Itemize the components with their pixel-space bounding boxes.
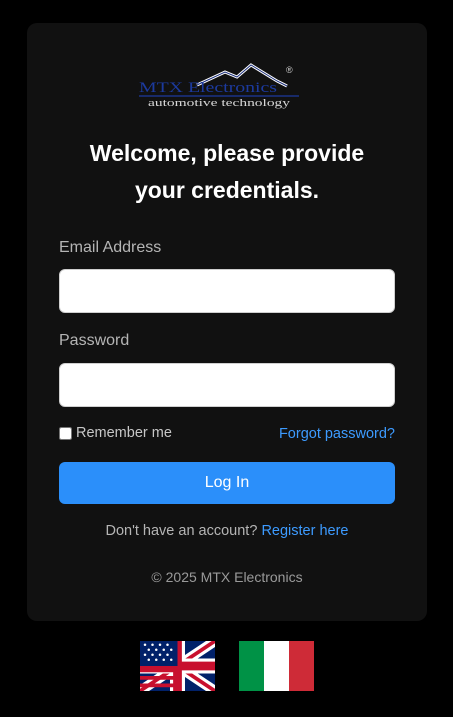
brand-logo: MTX Electronics automotive technology ®: [139, 63, 299, 111]
password-label: Password: [59, 332, 130, 349]
language-italian[interactable]: [239, 641, 314, 691]
registered-mark: ®: [286, 65, 293, 75]
uk-flag-icon: [137, 636, 218, 696]
login-button[interactable]: Log In: [59, 462, 395, 504]
copyright: © 2025 MTX Electronics: [151, 569, 303, 585]
remember-me-label: Remember me: [76, 425, 172, 441]
welcome-line-2: your credentials.: [134, 177, 320, 203]
logo-tagline: automotive technology: [148, 98, 291, 109]
remember-me[interactable]: Remember me: [59, 425, 172, 441]
email-label: Email Address: [59, 239, 162, 256]
forgot-password-link[interactable]: Forgot password?: [279, 426, 395, 442]
welcome-heading: Welcome, please provide your credentials…: [47, 135, 407, 209]
mtx-logo-icon: MTX Electronics automotive technology ®: [139, 63, 299, 109]
language-english[interactable]: [137, 636, 218, 696]
register-prompt-text: Don't have an account?: [105, 523, 258, 539]
email-field[interactable]: [59, 269, 395, 313]
logo-text: MTX Electronics: [139, 80, 277, 96]
register-link[interactable]: Register here: [261, 523, 348, 539]
italy-flag-icon: [239, 641, 314, 691]
password-field[interactable]: [59, 363, 395, 407]
register-prompt: Don't have an account? Register here: [27, 523, 427, 539]
remember-me-checkbox[interactable]: [59, 426, 72, 440]
welcome-line-1: Welcome, please provide: [89, 140, 365, 166]
login-card: MTX Electronics automotive technology ® …: [27, 23, 427, 621]
